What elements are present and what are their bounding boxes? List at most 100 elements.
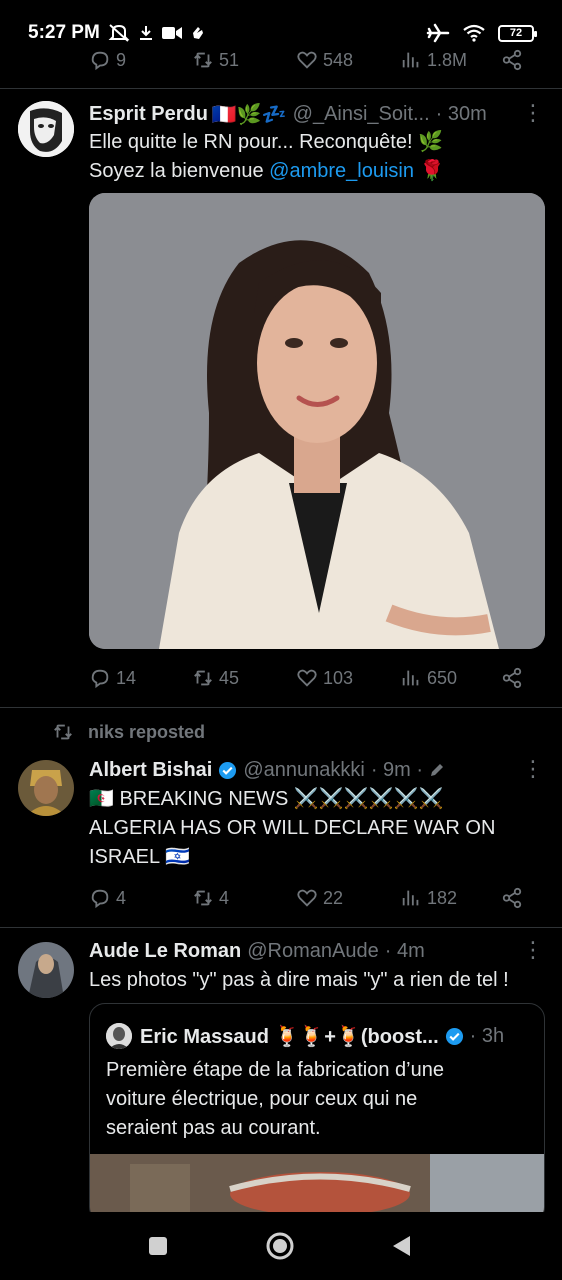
verified-badge-icon — [219, 761, 237, 779]
tweet-actions: 14 45 103 650 — [89, 663, 531, 693]
battery-level: 72 — [509, 27, 523, 39]
mute-icon — [108, 23, 130, 43]
tweet-header: Aude Le Roman @RomanAude · 4m — [89, 937, 529, 965]
avatar[interactable] — [18, 101, 74, 157]
battery-icon: 72 — [498, 24, 537, 42]
views-button[interactable]: 1.8M — [400, 49, 467, 71]
views-icon — [402, 52, 419, 68]
repost-label[interactable]: niks reposted — [88, 722, 205, 743]
share-button[interactable] — [501, 49, 523, 71]
repost-count: 45 — [219, 667, 240, 688]
quoted-display-name: Eric Massaud 🍹🍹+🍹(boost... — [140, 1025, 439, 1048]
tweet-header: Albert Bishai @annunakkki · 9m · — [89, 756, 529, 784]
text-segment: Soyez la bienvenue — [89, 160, 270, 182]
heart-icon — [297, 51, 317, 69]
repost-button[interactable]: 4 — [192, 887, 229, 909]
repost-icon — [194, 52, 212, 68]
like-count: 548 — [323, 49, 354, 70]
repost-button[interactable]: 45 — [192, 667, 239, 689]
tweet-text-line: ISRAEL 🇮🇱 — [89, 846, 190, 868]
home-circle-icon — [266, 1232, 294, 1260]
verified-badge-icon — [445, 1027, 463, 1045]
hand-icon — [190, 24, 206, 42]
repost-icon — [54, 724, 72, 740]
share-button[interactable] — [501, 887, 523, 909]
recent-apps-button[interactable] — [147, 1235, 169, 1257]
reply-button[interactable]: 4 — [89, 887, 126, 909]
handle[interactable]: @annunakkki — [243, 759, 364, 782]
share-icon — [502, 49, 522, 71]
share-button[interactable] — [501, 667, 523, 689]
reply-count: 4 — [116, 887, 127, 908]
reply-button[interactable]: 14 — [89, 667, 136, 689]
timestamp[interactable]: · 9m · — [371, 759, 423, 782]
more-options-button[interactable]: ⋮ — [522, 939, 544, 965]
tweet-text-line: Elle quitte le RN pour... Reconquête! 🌿 — [89, 131, 443, 153]
view-count: 650 — [427, 667, 458, 688]
more-options-button[interactable]: ⋮ — [522, 758, 544, 784]
share-icon — [502, 667, 522, 689]
heart-icon — [297, 889, 317, 907]
avatar[interactable] — [18, 942, 74, 998]
views-icon — [402, 890, 419, 906]
reply-count: 14 — [116, 667, 137, 688]
home-button[interactable] — [265, 1231, 295, 1261]
tweet-photo[interactable] — [89, 193, 545, 649]
repost-icon — [194, 670, 212, 686]
quoted-text-line: Première étape de la fabrication d’une — [106, 1059, 444, 1081]
repost-count: 4 — [219, 887, 230, 908]
timestamp[interactable]: · 30m — [436, 103, 487, 126]
back-button[interactable] — [390, 1234, 414, 1258]
back-triangle-icon — [393, 1236, 410, 1256]
reply-button[interactable]: 9 — [89, 49, 126, 71]
quoted-timestamp: · 3h — [469, 1024, 505, 1047]
like-button[interactable]: 103 — [296, 667, 353, 689]
like-count: 103 — [323, 667, 354, 688]
quoted-tweet[interactable]: Eric Massaud 🍹🍹+🍹(boost... · 3h Première… — [89, 1003, 545, 1223]
tweet-text-line: Les photos "y" pas à dire mais "y" a rie… — [89, 969, 509, 991]
repost-indicator: niks reposted — [52, 719, 205, 745]
android-navigation-bar — [0, 1212, 562, 1280]
square-icon — [149, 1237, 167, 1255]
edited-pencil-icon — [431, 764, 444, 776]
tweet-text: 🇩🇿 BREAKING NEWS ⚔️⚔️⚔️⚔️⚔️⚔️ ALGERIA HA… — [89, 785, 539, 872]
repost-button[interactable]: 51 — [192, 49, 239, 71]
more-options-button[interactable]: ⋮ — [522, 102, 544, 128]
handle[interactable]: @_Ainsi_Soit... — [293, 103, 430, 126]
display-name[interactable]: Albert Bishai — [89, 759, 212, 782]
like-button[interactable]: 22 — [296, 887, 343, 909]
tweet-text: Les photos "y" pas à dire mais "y" a rie… — [89, 966, 539, 995]
tweet-text-line: ALGERIA HAS OR WILL DECLARE WAR ON — [89, 817, 496, 839]
tweet-header: Esprit Perdu 🇫🇷🌿💤 @_Ainsi_Soit... · 30m — [89, 100, 529, 128]
handle[interactable]: @RomanAude — [247, 940, 378, 963]
avatar[interactable] — [18, 760, 74, 816]
quoted-tweet-header: Eric Massaud 🍹🍹+🍹(boost... · 3h — [106, 1022, 526, 1050]
repost-count: 51 — [219, 49, 240, 70]
tweet-text: Elle quitte le RN pour... Reconquête! 🌿 … — [89, 128, 539, 186]
download-icon — [138, 24, 154, 42]
mention-link[interactable]: @ambre_louisin — [269, 160, 414, 182]
like-button[interactable]: 548 — [296, 49, 353, 71]
views-button[interactable]: 650 — [400, 667, 457, 689]
display-name[interactable]: Esprit Perdu — [89, 103, 208, 126]
reply-icon — [91, 669, 109, 689]
wifi-icon — [462, 24, 486, 42]
divider — [0, 88, 562, 89]
like-count: 22 — [323, 887, 344, 908]
previous-tweet-actions: 9 51 548 1.8M — [89, 45, 531, 75]
share-icon — [502, 887, 522, 909]
tweet-text-line: 🇩🇿 BREAKING NEWS ⚔️⚔️⚔️⚔️⚔️⚔️ — [89, 788, 444, 810]
quoted-avatar — [106, 1023, 132, 1049]
views-icon — [402, 670, 419, 686]
display-name[interactable]: Aude Le Roman — [89, 940, 241, 963]
name-emoji: 🇫🇷🌿💤 — [211, 103, 287, 126]
views-button[interactable]: 182 — [400, 887, 457, 909]
divider — [0, 707, 562, 708]
text-segment: 🌹 — [413, 160, 445, 182]
tweet-text-line: Soyez la bienvenue @ambre_louisin 🌹 — [89, 157, 539, 186]
reply-count: 9 — [116, 49, 127, 70]
reply-icon — [91, 889, 109, 909]
reply-icon — [91, 51, 109, 71]
timestamp[interactable]: · 4m — [385, 940, 425, 963]
view-count: 1.8M — [427, 49, 468, 70]
